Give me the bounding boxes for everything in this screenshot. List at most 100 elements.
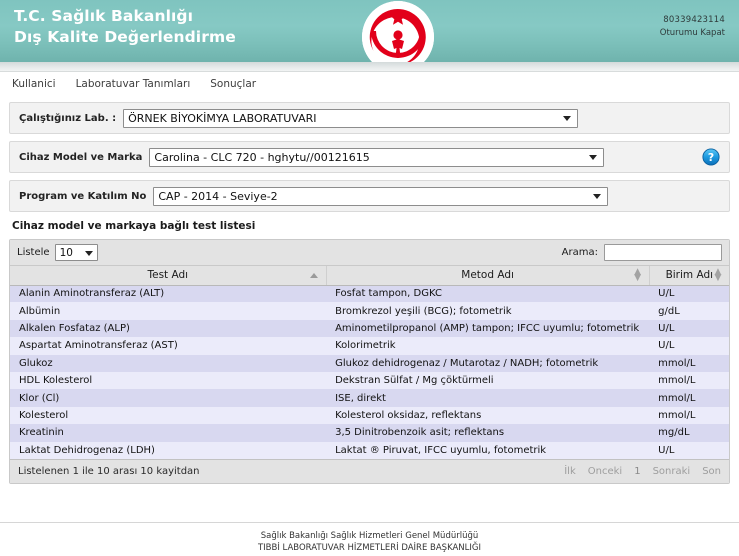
column-header-birim-adi[interactable]: Birim Adı ▲ ▼: [649, 266, 729, 286]
site-footer: Sağlık Bakanlığı Sağlık Hizmetleri Genel…: [0, 522, 739, 556]
lab-field-label: Çalıştığınız Lab. :: [19, 112, 117, 124]
header-user-block: 80339423114 Oturumu Kapat: [660, 14, 725, 40]
device-select[interactable]: Carolina - CLC 720 - hghytu//00121615: [149, 147, 605, 167]
nav-item-laboratuvar-tanimlari[interactable]: Laboratuvar Tanımları: [76, 78, 191, 90]
cell-method-name: Glukoz dehidrogenaz / Mutarotaz / NADH; …: [335, 357, 599, 369]
cell-method-name: Laktat ® Piruvat, IFCC uyumlu, fotometri…: [335, 444, 547, 456]
cell-unit-name: U/L: [658, 340, 675, 352]
table-row[interactable]: Aspartat Aminotransferaz (AST) Kolorimet…: [10, 337, 729, 355]
pagination-previous[interactable]: Onceki: [588, 466, 622, 477]
logout-link[interactable]: Oturumu Kapat: [660, 27, 725, 40]
sort-both-icon: ▲ ▼: [714, 267, 722, 284]
table-row[interactable]: Kolesterol Kolesterol oksidaz, reflektan…: [10, 406, 729, 425]
cell-method-name: Kolorimetrik: [335, 340, 396, 352]
program-select[interactable]: CAP - 2014 - Seviye-2: [153, 186, 609, 206]
program-selection-panel: Program ve Katılım No CAP - 2014 - Seviy…: [9, 180, 730, 212]
test-table-header-row: Test Adı Metod Adı ▲ ▼ Birim Adı ▲ ▼: [10, 266, 729, 286]
table-row[interactable]: Alkalen Fosfataz (ALP) Aminometilpropano…: [10, 319, 729, 338]
cell-test-name: HDL Kolesterol: [19, 375, 93, 387]
table-row[interactable]: Alanin Aminotransferaz (ALT) Fosfat tamp…: [10, 285, 729, 303]
cell-test-name: Laktat Dehidrogenaz (LDH): [19, 444, 155, 456]
pagination-page-1[interactable]: 1: [634, 466, 640, 477]
test-table-body: Alanin Aminotransferaz (ALT) Fosfat tamp…: [10, 285, 729, 459]
site-header: T.C. Sağlık Bakanlığı Dış Kalite Değerle…: [0, 0, 739, 62]
pagination-first[interactable]: İlk: [564, 466, 576, 477]
chevron-down-icon: [589, 155, 598, 160]
question-mark-icon[interactable]: ?: [702, 148, 720, 166]
cell-method-name: Fosfat tampon, DGKC: [335, 288, 442, 300]
logo-crescent-icon: [362, 1, 434, 62]
table-row[interactable]: HDL Kolesterol Dekstran Sülfat / Mg çökt…: [10, 371, 729, 390]
nav-item-kullanici[interactable]: Kullanici: [12, 78, 56, 90]
column-header-birim-adi-label: Birim Adı: [665, 269, 714, 282]
table-row[interactable]: Kreatinin 3,5 Dinitrobenzoik asit; refle…: [10, 424, 729, 442]
cell-unit-name: mmol/L: [658, 392, 696, 404]
cell-unit-name: mmol/L: [658, 357, 696, 369]
cell-method-name: Aminometilpropanol (AMP) tampon; IFCC uy…: [335, 322, 640, 334]
chevron-down-icon: [84, 250, 93, 256]
table-row[interactable]: Laktat Dehidrogenaz (LDH) Laktat ® Piruv…: [10, 441, 729, 459]
device-select-value: Carolina - CLC 720 - hghytu//00121615: [154, 150, 370, 164]
table-toolbar: Listele 10 Arama:: [10, 240, 729, 266]
ministry-of-health-logo: [362, 0, 436, 62]
column-header-test-adi[interactable]: Test Adı: [10, 266, 327, 286]
chevron-down-icon: [563, 116, 572, 121]
test-table: Test Adı Metod Adı ▲ ▼ Birim Adı ▲ ▼ Ala…: [10, 266, 729, 459]
search-control: Arama:: [562, 244, 722, 261]
cell-unit-name: U/L: [658, 288, 675, 300]
column-header-metod-adi-label: Metod Adı: [461, 269, 514, 282]
cell-method-name: Dekstran Sülfat / Mg çöktürmeli: [335, 375, 494, 387]
search-input[interactable]: [604, 244, 722, 261]
cell-test-name: Glukoz: [19, 357, 53, 369]
table-row[interactable]: Albümin Bromkrezol yeşili (BCG); fotomet…: [10, 302, 729, 320]
sort-ascending-icon: [309, 273, 318, 279]
page-size-select[interactable]: 10: [54, 244, 98, 261]
lab-selection-panel: Çalıştığınız Lab. : ÖRNEK BİYOKİMYA LABO…: [9, 102, 730, 134]
cell-test-name: Albümin: [19, 305, 61, 317]
cell-test-name: Aspartat Aminotransferaz (AST): [19, 340, 178, 352]
pagination-next[interactable]: Sonraki: [653, 466, 691, 477]
main-navigation: Kullanici Laboratuvar Tanımları Sonuçlar: [0, 72, 739, 96]
footer-line1: Sağlık Bakanlığı Sağlık Hizmetleri Genel…: [260, 531, 479, 541]
table-row[interactable]: Klor (Cl) ISE, direkt mmol/L: [10, 389, 729, 407]
lab-select[interactable]: ÖRNEK BİYOKİMYA LABORATUVARI: [123, 108, 579, 128]
cell-unit-name: mmol/L: [658, 375, 696, 387]
site-title-line2: Dış Kalite Değerlendirme: [14, 28, 236, 47]
section-title: Cihaz model ve markaya bağlı test listes…: [12, 220, 256, 232]
cell-unit-name: U/L: [658, 444, 675, 456]
user-id: 80339423114: [663, 15, 725, 25]
record-count-info: Listelenen 1 ile 10 arası 10 kayitdan: [18, 465, 200, 477]
cell-test-name: Alkalen Fosfataz (ALP): [19, 322, 130, 334]
pagination: İlk Onceki 1 Sonraki Son: [552, 466, 721, 477]
page-size-value: 10: [59, 246, 73, 259]
page-size-label: Listele: [17, 247, 50, 258]
cell-test-name: Kreatinin: [19, 427, 64, 439]
device-selection-panel: Cihaz Model ve Marka Carolina - CLC 720 …: [9, 141, 730, 173]
main-content: Çalıştığınız Lab. : ÖRNEK BİYOKİMYA LABO…: [0, 96, 739, 484]
column-header-test-adi-label: Test Adı: [147, 269, 189, 282]
table-footer: Listelenen 1 ile 10 arası 10 kayitdan İl…: [10, 458, 729, 483]
cell-test-name: Klor (Cl): [19, 392, 60, 404]
cell-method-name: Kolesterol oksidaz, reflektans: [335, 409, 482, 421]
site-title-line1: T.C. Sağlık Bakanlığı: [14, 7, 194, 25]
svg-text:?: ?: [708, 151, 714, 164]
program-select-value: CAP - 2014 - Seviye-2: [158, 189, 278, 203]
cell-unit-name: g/dL: [658, 305, 680, 317]
cell-unit-name: mmol/L: [658, 409, 696, 421]
chevron-down-icon: [593, 194, 602, 199]
site-title: T.C. Sağlık Bakanlığı Dış Kalite Değerle…: [14, 6, 236, 49]
sort-both-icon: ▲ ▼: [634, 267, 642, 284]
cell-method-name: 3,5 Dinitrobenzoik asit; reflektans: [335, 427, 505, 439]
cell-unit-name: U/L: [658, 322, 675, 334]
page-size-control: Listele 10: [17, 244, 98, 261]
search-label: Arama:: [561, 247, 598, 258]
lab-select-value: ÖRNEK BİYOKİMYA LABORATUVARI: [128, 111, 317, 125]
table-row[interactable]: Glukoz Glukoz dehidrogenaz / Mutarotaz /…: [10, 354, 729, 372]
nav-item-sonuclar[interactable]: Sonuçlar: [210, 78, 256, 90]
cell-test-name: Kolesterol: [19, 409, 69, 421]
program-field-label: Program ve Katılım No: [19, 190, 147, 202]
pagination-last[interactable]: Son: [702, 466, 721, 477]
column-header-metod-adi[interactable]: Metod Adı ▲ ▼: [326, 266, 650, 286]
header-divider-band: [0, 62, 739, 72]
device-field-label: Cihaz Model ve Marka: [19, 151, 143, 163]
